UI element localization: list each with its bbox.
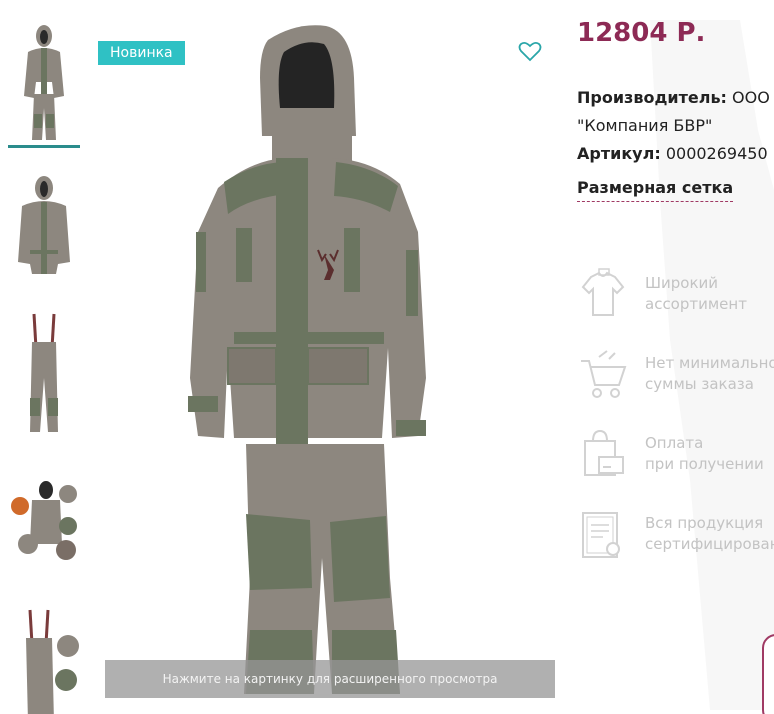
feature-text: Нет минимальной суммы заказа — [645, 353, 774, 395]
certificate-icon — [582, 512, 620, 558]
suit-front-thumbnail — [6, 18, 82, 144]
size-chart-link[interactable]: Размерная сетка — [577, 178, 734, 202]
feature-line2: при получении — [645, 455, 764, 473]
new-badge: Новинка — [98, 41, 185, 65]
payment-bag-icon — [584, 429, 624, 476]
article-value: 0000269450 — [665, 144, 768, 163]
feature-text: Широкий ассортимент — [645, 273, 747, 315]
product-meta: Производитель: ООО "Компания БВР" Артику… — [577, 84, 774, 168]
main-product-image[interactable] — [100, 18, 554, 700]
manufacturer-row: Производитель: ООО — [577, 84, 774, 112]
jacket-thumbnail — [6, 164, 82, 290]
feature-item-no-minimum: Нет минимальной суммы заказа — [577, 345, 774, 405]
feature-line2: сертифицирована — [645, 535, 774, 553]
feature-text: Вся продукция сертифицирована — [645, 513, 774, 555]
feature-line1: Оплата — [645, 434, 704, 452]
thumbnail-strip — [6, 18, 82, 714]
feature-item-payment: Оплата при получении — [577, 425, 774, 485]
feature-line1: Нет минимальной — [645, 354, 774, 372]
winter-suit-illustration — [188, 25, 426, 694]
zoom-hint: Нажмите на картинку для расширенного про… — [105, 660, 555, 698]
manufacturer-label: Производитель: — [577, 88, 727, 107]
thumbnail-5[interactable] — [6, 596, 82, 714]
thumbnail-3[interactable] — [6, 308, 82, 434]
bib-pants-detail-thumbnail — [6, 596, 82, 714]
cart-icon — [581, 350, 627, 398]
thumbnail-1[interactable] — [6, 18, 82, 148]
feature-item-assortment: Широкий ассортимент — [577, 265, 774, 325]
feature-line1: Широкий — [645, 274, 719, 292]
article-row: Артикул: 0000269450 — [577, 140, 774, 168]
shirt-icon — [581, 268, 625, 316]
suit-details-thumbnail — [6, 452, 82, 578]
thumbnail-4[interactable] — [6, 452, 82, 578]
corner-widget[interactable] — [762, 634, 774, 714]
feature-item-certified: Вся продукция сертифицирована — [577, 505, 774, 565]
feature-text: Оплата при получении — [645, 433, 764, 475]
bib-pants-thumbnail — [6, 308, 82, 434]
feature-line1: Вся продукция — [645, 514, 764, 532]
manufacturer-value-line2: "Компания БВР" — [577, 116, 713, 135]
feature-line2: ассортимент — [645, 295, 747, 313]
article-label: Артикул: — [577, 144, 661, 163]
feature-line2: суммы заказа — [645, 375, 754, 393]
heart-icon[interactable] — [518, 40, 542, 62]
product-price: 12804 Р. — [577, 18, 706, 48]
thumbnail-2[interactable] — [6, 164, 82, 290]
manufacturer-value-line1: ООО — [732, 88, 770, 107]
